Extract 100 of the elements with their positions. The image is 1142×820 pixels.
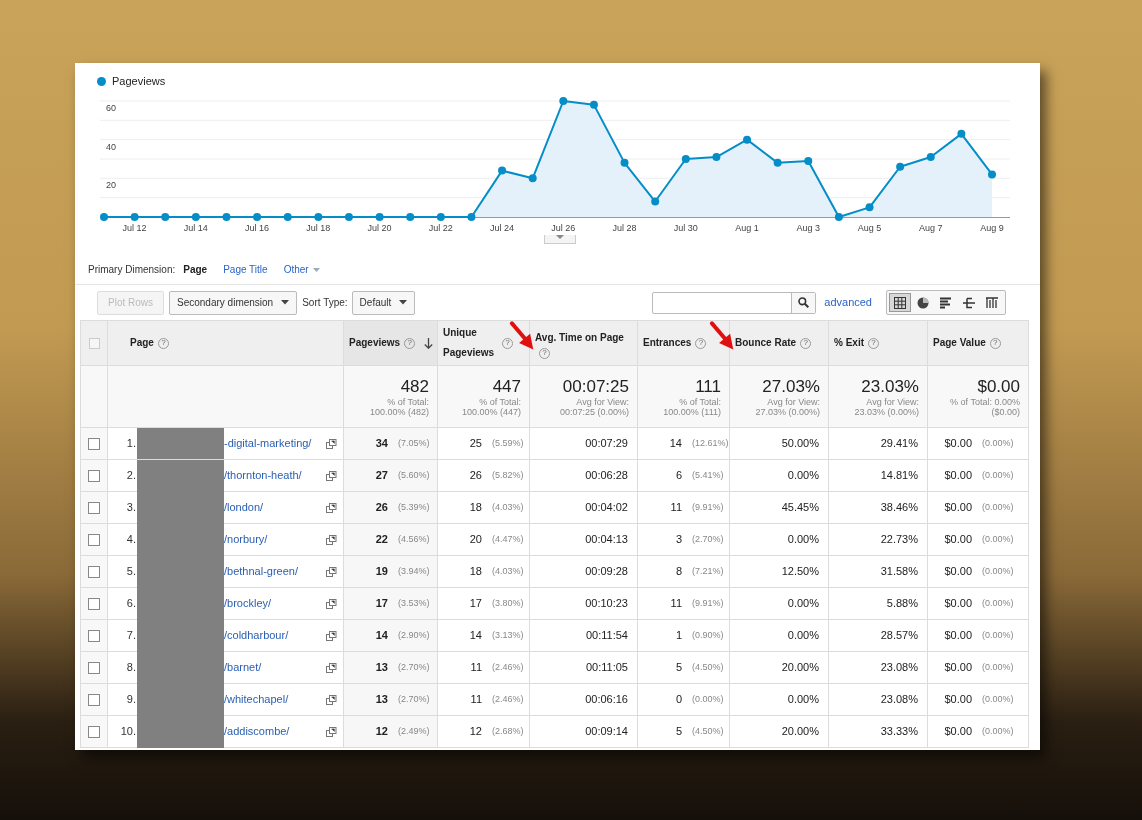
dimension-tab[interactable]: Page — [183, 262, 208, 277]
column-header[interactable]: Avg. Time on Page — [535, 327, 633, 348]
page-link[interactable]: /brockley/ — [224, 595, 272, 612]
percent-cell-text: (4.03%) — [492, 564, 524, 578]
collapse-toggle[interactable] — [544, 235, 576, 244]
table-cell-text: $0.00 — [943, 436, 972, 452]
y-axis-label: 60 — [106, 103, 116, 113]
row-checkbox[interactable] — [88, 661, 100, 674]
data-point — [344, 213, 353, 221]
select-all-checkbox[interactable] — [88, 337, 100, 349]
table-cell-text: 14 — [668, 436, 682, 452]
caret-icon — [556, 235, 564, 240]
row-checkbox[interactable] — [88, 469, 100, 482]
data-point — [191, 213, 200, 221]
open-in-new-icon[interactable] — [326, 598, 337, 609]
total-caption: 100.00% (111) — [662, 406, 721, 417]
table-cell-text: 25 — [468, 436, 482, 452]
x-axis-label: Jul 12 — [122, 223, 147, 233]
sort-type-dropdown[interactable]: Default — [351, 290, 416, 315]
row-checkbox[interactable] — [88, 597, 100, 610]
page-link[interactable]: /bethnal-green/ — [224, 563, 298, 580]
data-point — [773, 158, 782, 167]
row-checkbox[interactable] — [88, 533, 100, 546]
table-cell: 0.00% — [787, 597, 819, 610]
advanced-link[interactable]: advanced — [824, 294, 872, 311]
table-cell-text: 5 — [674, 724, 682, 740]
row-checkbox[interactable] — [88, 501, 100, 514]
percent-cell-text: (4.47%) — [492, 532, 524, 546]
table-cell: 28.57% — [880, 629, 918, 642]
open-in-new-icon[interactable] — [326, 630, 337, 641]
table-cell-text: 19 — [374, 564, 388, 580]
table-cell-text: 14 — [468, 628, 482, 644]
row-number: 2. — [125, 468, 136, 484]
column-header[interactable]: Page Value — [933, 333, 986, 353]
total-caption: Avg for View: — [865, 396, 919, 407]
open-in-new-icon[interactable] — [326, 566, 337, 577]
row-checkbox[interactable] — [88, 725, 100, 738]
total-value: $0.00 — [976, 376, 1020, 397]
column-header[interactable]: % Exit — [834, 333, 864, 353]
page-link[interactable]: /coldharbour/ — [224, 627, 289, 644]
table-cell: 20.00% — [781, 725, 819, 738]
dimension-tab[interactable]: Other — [283, 262, 320, 277]
page-link[interactable]: /addiscombe/ — [224, 723, 290, 740]
search-icon — [798, 297, 810, 308]
open-in-new-icon[interactable] — [326, 470, 337, 481]
open-in-new-icon[interactable] — [326, 726, 337, 737]
page-link[interactable]: /norbury/ — [224, 531, 268, 548]
total-caption: Avg for View: — [766, 396, 820, 407]
data-point — [651, 197, 660, 206]
x-axis-label: Jul 22 — [428, 223, 453, 233]
table-cell: 12.50% — [781, 565, 819, 578]
page-link[interactable]: /whitechapel/ — [224, 691, 289, 708]
x-axis-label: Aug 7 — [919, 223, 943, 233]
percent-cell-text: (0.90%) — [692, 628, 724, 642]
sort-arrow-icon[interactable] — [424, 337, 433, 349]
table-cell: 00:09:14 — [585, 725, 628, 738]
table-cell-text: 17 — [468, 596, 482, 612]
page-link[interactable]: /london/ — [224, 499, 264, 516]
row-number: 8. — [125, 660, 136, 676]
data-point — [375, 213, 384, 221]
table-cell: 0.00% — [787, 533, 819, 546]
row-checkbox[interactable] — [88, 693, 100, 706]
percent-cell-text: (0.00%) — [982, 500, 1014, 514]
column-header[interactable]: Page — [130, 333, 154, 353]
page-link[interactable]: -digital-marketing/ — [224, 435, 312, 452]
table-cell-text: $0.00 — [943, 532, 972, 548]
column-header[interactable]: Entrances — [643, 333, 692, 353]
percent-cell-text: (2.70%) — [398, 692, 430, 706]
page-link[interactable]: /thornton-heath/ — [224, 467, 302, 484]
open-in-new-icon[interactable] — [326, 534, 337, 545]
open-in-new-icon[interactable] — [326, 662, 337, 673]
row-checkbox[interactable] — [88, 629, 100, 642]
secondary-dimension-dropdown[interactable]: Secondary dimension — [169, 290, 298, 315]
table-cell-text: 3 — [674, 532, 682, 548]
x-axis-label: Aug 1 — [735, 223, 759, 233]
total-caption: 100.00% (482) — [368, 406, 429, 417]
table-cell-text: 1 — [674, 628, 682, 644]
data-point — [498, 166, 507, 175]
table-cell: 00:06:28 — [585, 469, 628, 482]
x-axis-label: Aug 5 — [857, 223, 882, 233]
row-checkbox[interactable] — [88, 437, 100, 450]
row-number: 5. — [125, 564, 136, 580]
table-cell-text: 26 — [468, 468, 482, 484]
x-axis-label: Jul 26 — [551, 223, 576, 233]
open-in-new-icon[interactable] — [326, 694, 337, 705]
total-value: 23.03% — [860, 376, 919, 397]
percent-cell-text: (3.13%) — [492, 628, 524, 642]
column-header[interactable]: Unique Pageviews — [443, 323, 498, 363]
view-toggle-button[interactable] — [889, 293, 911, 312]
row-checkbox[interactable] — [88, 565, 100, 578]
open-in-new-icon[interactable] — [326, 502, 337, 513]
column-header[interactable]: Bounce Rate — [735, 333, 797, 353]
open-in-new-icon[interactable] — [326, 438, 337, 449]
data-point — [222, 213, 231, 221]
column-header[interactable]: Pageviews — [349, 333, 401, 353]
table-cell-text: 26 — [374, 500, 388, 516]
search-field[interactable] — [652, 291, 817, 314]
dimension-tab[interactable]: Page Title — [223, 262, 268, 277]
page-link[interactable]: /barnet/ — [224, 659, 262, 676]
search-button[interactable] — [791, 292, 816, 313]
